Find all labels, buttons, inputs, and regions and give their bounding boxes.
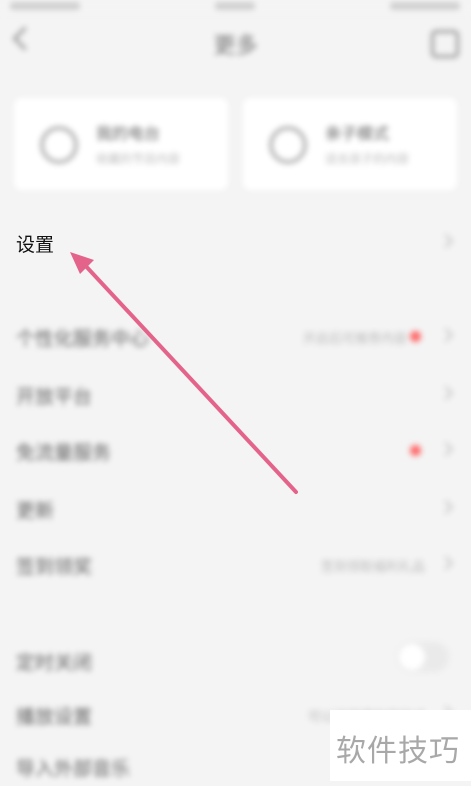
- arrow-shaft: [80, 260, 298, 494]
- annotation-arrow: [70, 252, 298, 494]
- watermark: 软件技巧: [330, 710, 471, 781]
- watermark-text: 软件技巧: [336, 734, 460, 769]
